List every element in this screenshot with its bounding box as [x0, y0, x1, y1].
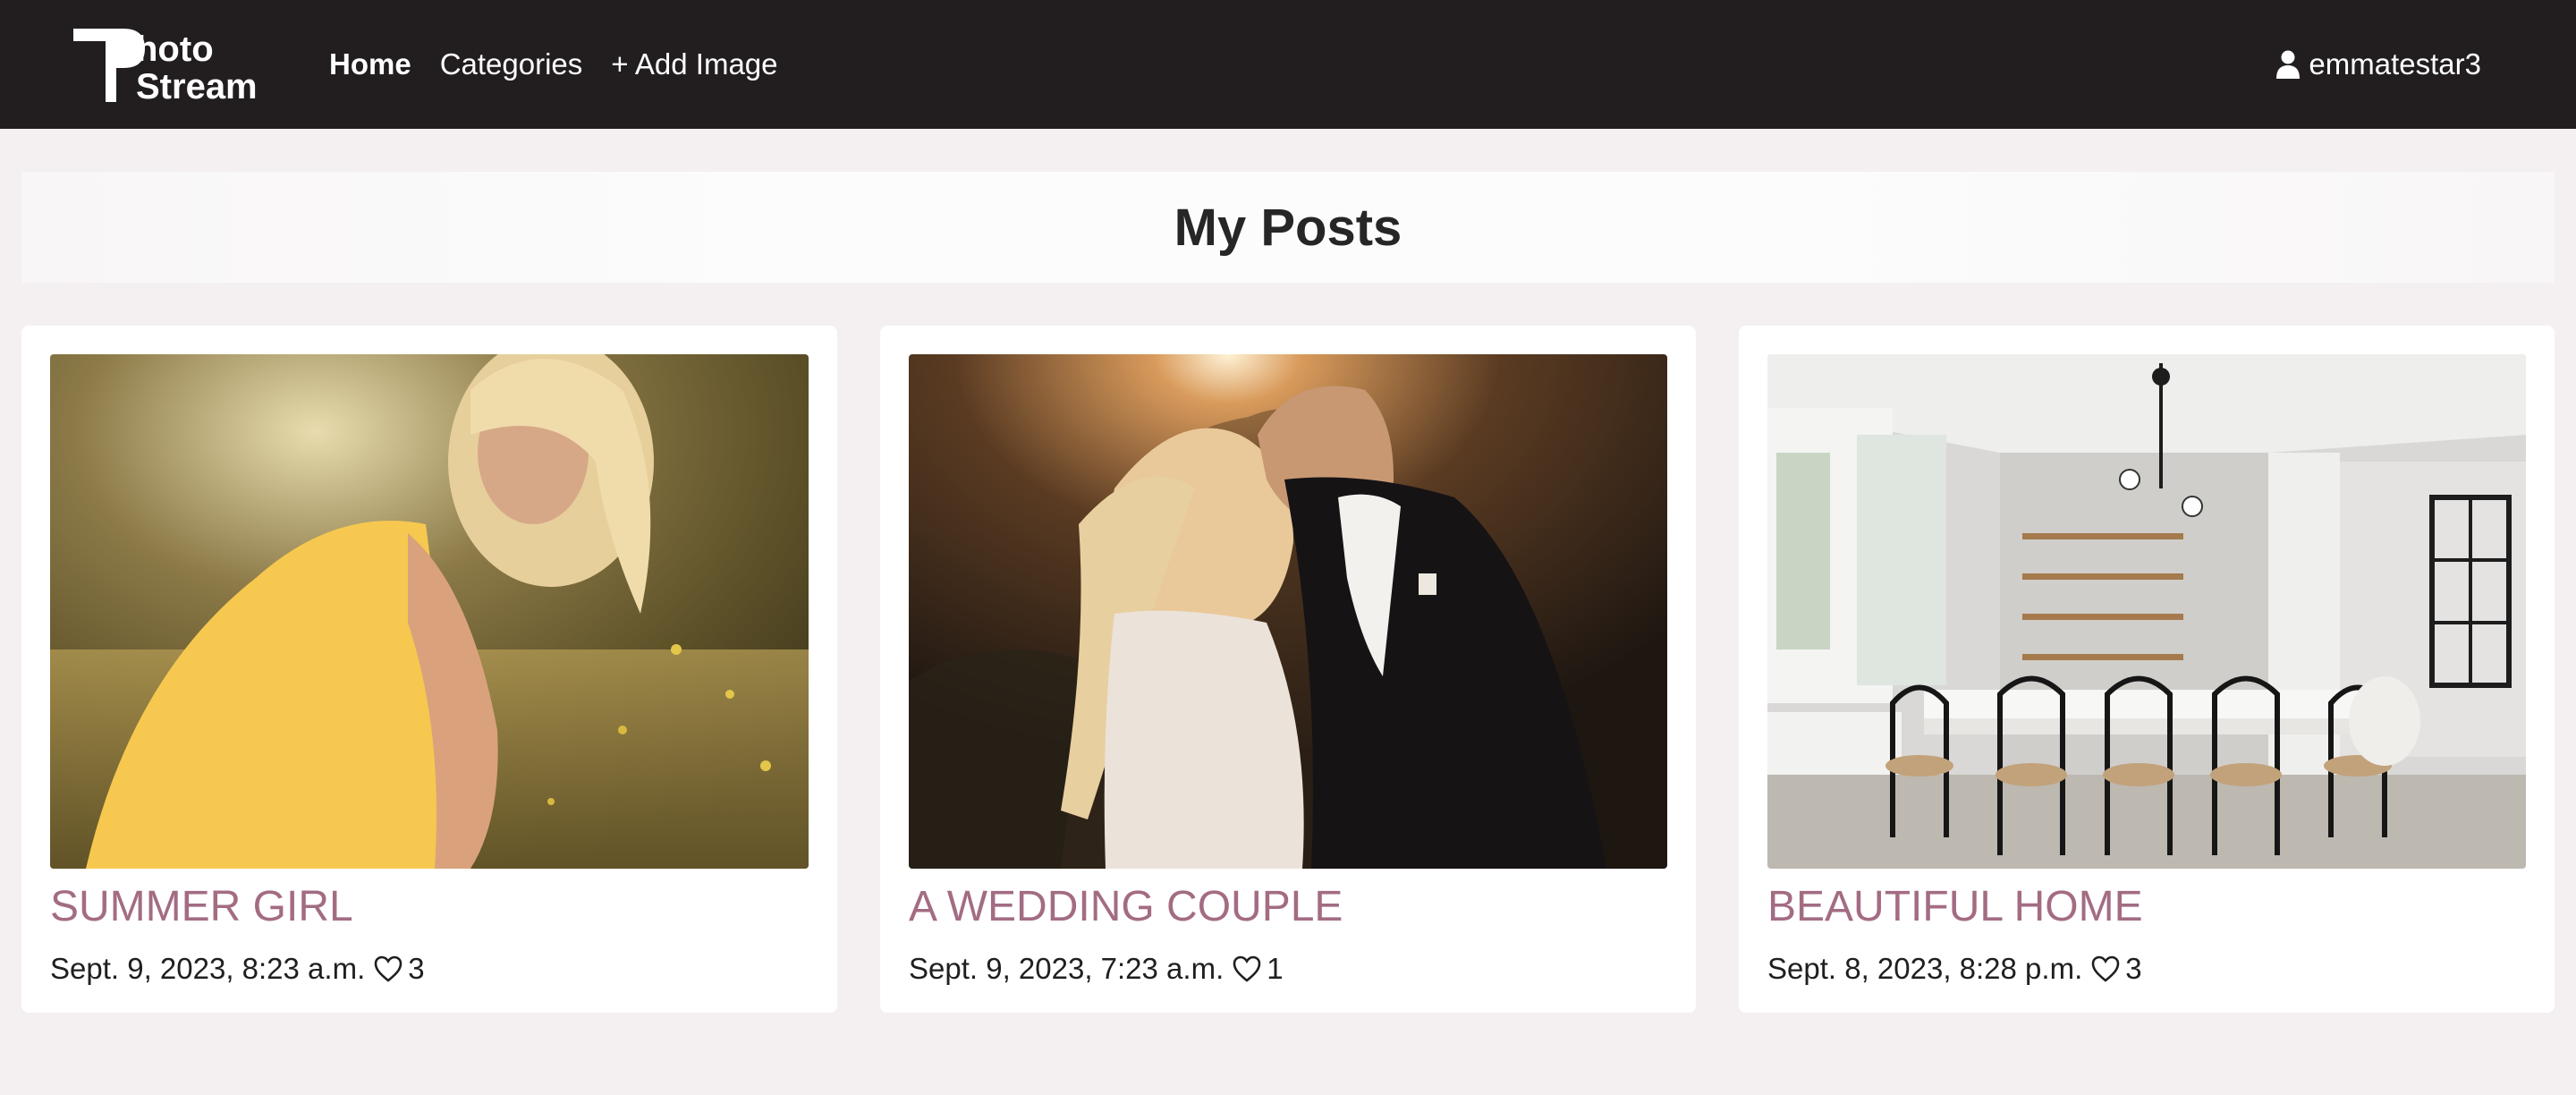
- post-title[interactable]: A WEDDING COUPLE: [909, 882, 1343, 931]
- post-meta: Sept. 9, 2023, 8:23 a.m. 3: [50, 952, 425, 986]
- post-image[interactable]: [50, 354, 809, 869]
- post-date: Sept. 8, 2023, 8:28 p.m.: [1767, 952, 2083, 985]
- post-date: Sept. 9, 2023, 7:23 a.m.: [909, 952, 1224, 985]
- post-card: BEAUTIFUL HOME Sept. 8, 2023, 8:28 p.m. …: [1739, 326, 2555, 1013]
- user-menu[interactable]: emmatestar3: [2276, 0, 2481, 129]
- heart-outline-icon[interactable]: [1233, 955, 1261, 982]
- logo-text-line1: hoto: [136, 30, 214, 69]
- nav-link-add-image[interactable]: + Add Image: [611, 47, 777, 81]
- post-card: A WEDDING COUPLE Sept. 9, 2023, 7:23 a.m…: [880, 326, 1696, 1013]
- username: emmatestar3: [2309, 47, 2481, 81]
- heart-outline-icon[interactable]: [2091, 955, 2120, 982]
- logo-text-line2: Stream: [136, 67, 258, 102]
- post-title[interactable]: SUMMER GIRL: [50, 882, 353, 931]
- page-header: My Posts: [21, 172, 2555, 283]
- nav-link-home[interactable]: Home: [329, 47, 411, 81]
- nav-link-categories[interactable]: Categories: [440, 47, 583, 81]
- post-image[interactable]: [1767, 354, 2526, 869]
- post-image[interactable]: [909, 354, 1667, 869]
- user-icon: [2276, 50, 2301, 79]
- like-count: 1: [1267, 952, 1284, 985]
- post-title[interactable]: BEAUTIFUL HOME: [1767, 882, 2143, 931]
- post-meta: Sept. 8, 2023, 8:28 p.m. 3: [1767, 952, 2142, 986]
- like-count: 3: [408, 952, 425, 985]
- page-title: My Posts: [1174, 198, 1402, 257]
- like-count: 3: [2125, 952, 2142, 985]
- photostream-logo[interactable]: hoto Stream: [72, 29, 291, 102]
- nav-links: Home Categories + Add Image: [329, 0, 807, 129]
- post-meta: Sept. 9, 2023, 7:23 a.m. 1: [909, 952, 1284, 986]
- post-card: SUMMER GIRL Sept. 9, 2023, 8:23 a.m. 3: [21, 326, 837, 1013]
- post-date: Sept. 9, 2023, 8:23 a.m.: [50, 952, 366, 985]
- heart-outline-icon[interactable]: [374, 955, 402, 982]
- top-navbar: hoto Stream Home Categories + Add Image …: [0, 0, 2576, 129]
